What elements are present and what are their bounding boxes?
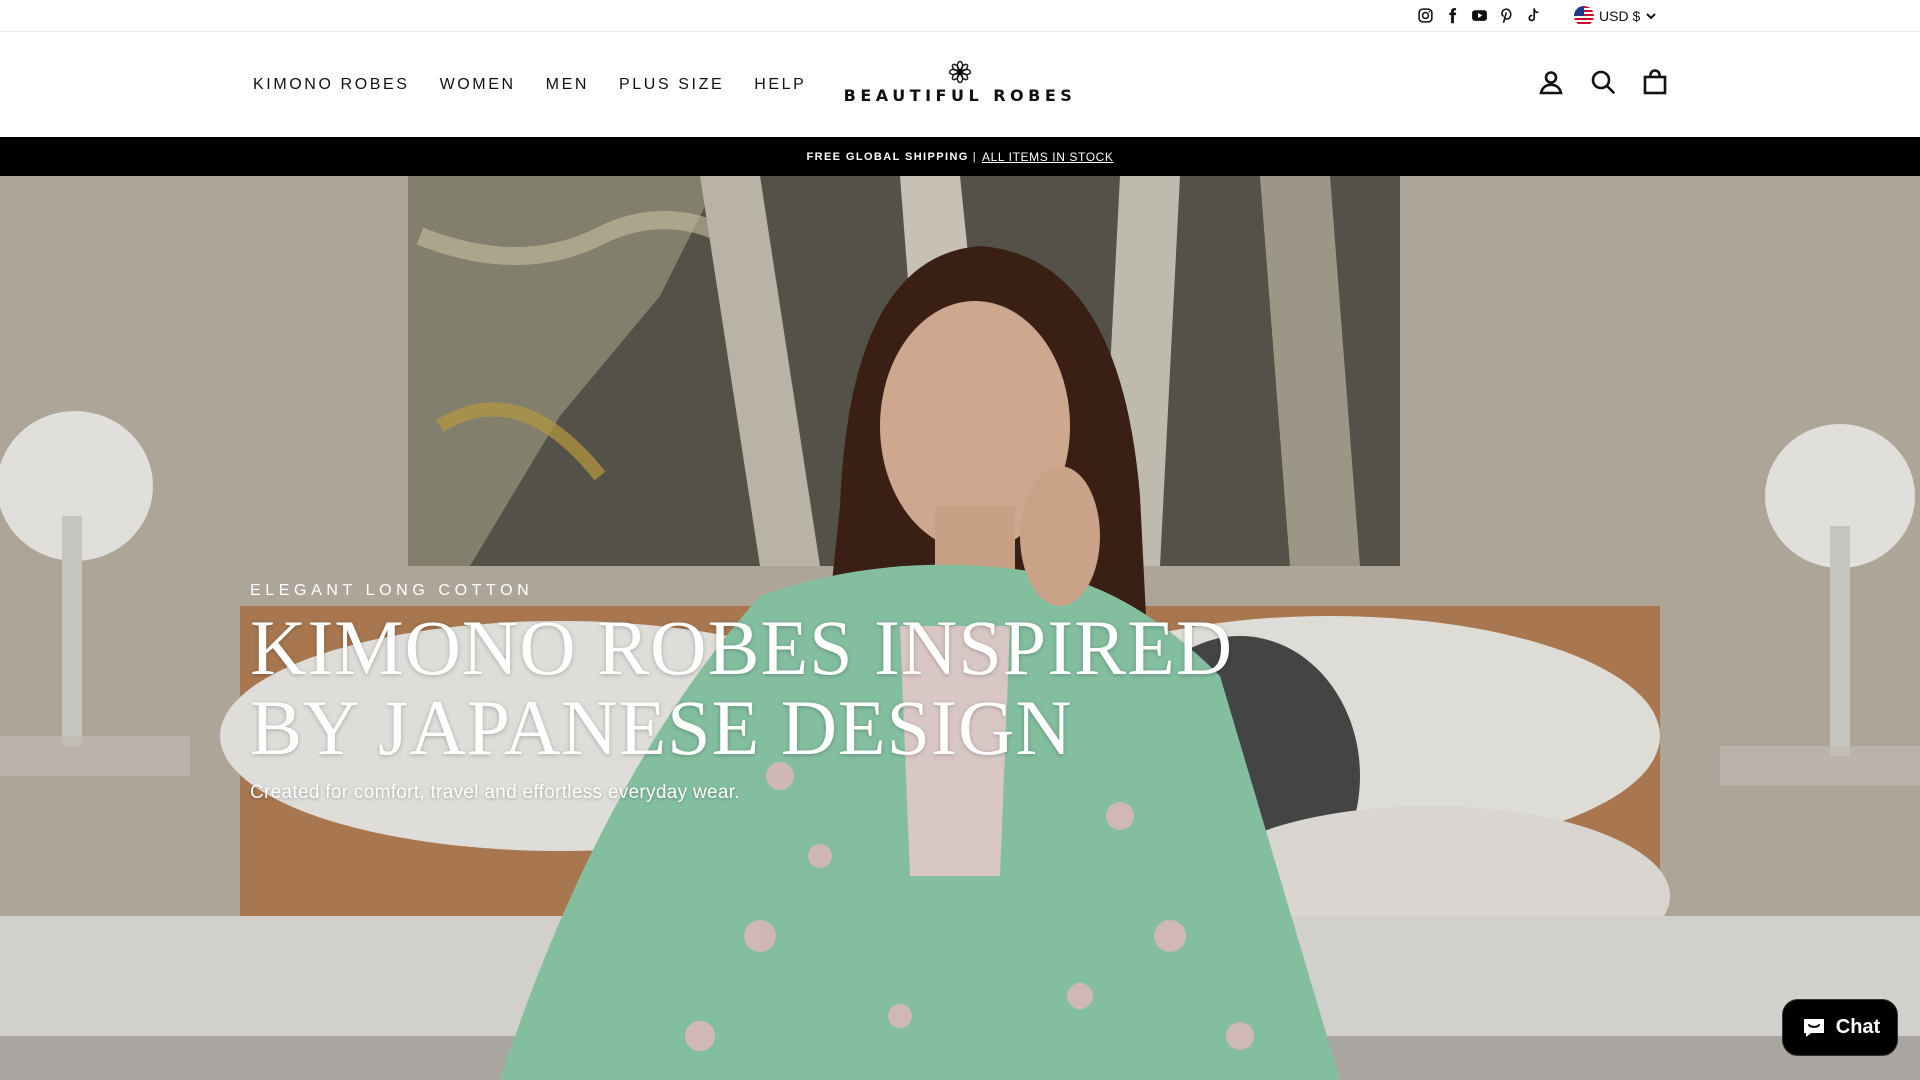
chat-button[interactable]: Chat [1782,999,1898,1056]
hero-subheading: Created for comfort, travel and effortle… [250,782,740,803]
social-links [1416,6,1542,24]
site-logo[interactable]: BEAUTIFUL ROBES [840,60,1080,105]
chat-label: Chat [1835,1016,1881,1038]
nav-help[interactable]: HELP [754,76,806,94]
search-icon[interactable] [1589,68,1616,95]
nav-kimono-robes[interactable]: KIMONO ROBES [253,76,410,94]
header-actions [1537,68,1668,95]
youtube-icon[interactable] [1470,6,1488,24]
nav-plus-size[interactable]: PLUS SIZE [619,76,724,94]
us-flag-icon [1574,6,1594,26]
hero-headline-line-2: BY JAPANESE DESIGN [250,684,1073,771]
currency-selector[interactable]: USD $ [1574,6,1657,26]
brand-name: BEAUTIFUL ROBES [843,86,1077,105]
pinterest-icon[interactable] [1497,6,1515,24]
tiktok-icon[interactable] [1524,6,1542,24]
announcement-text: FREE GLOBAL SHIPPING [806,150,969,163]
nav-men[interactable]: MEN [546,76,589,94]
site-header: KIMONO ROBES WOMEN MEN PLUS SIZE HELP BE… [0,32,1920,137]
hero-headline: KIMONO ROBES INSPIRED BY JAPANESE DESIGN [250,608,1233,768]
announcement-separator: | [972,150,978,163]
flower-logo-icon [948,60,972,84]
announcement-link[interactable]: ALL ITEMS IN STOCK [982,150,1114,164]
announcement-bar: FREE GLOBAL SHIPPING | ALL ITEMS IN STOC… [0,137,1920,176]
hero-content: ELEGANT LONG COTTON KIMONO ROBES INSPIRE… [250,582,1233,804]
chevron-down-icon [1646,13,1656,20]
chat-bubble-icon [1803,1018,1824,1037]
cart-icon[interactable] [1641,68,1668,95]
instagram-icon[interactable] [1416,6,1434,24]
nav-women[interactable]: WOMEN [440,76,516,94]
hero-banner[interactable]: ELEGANT LONG COTTON KIMONO ROBES INSPIRE… [0,176,1920,1080]
hero-eyebrow: ELEGANT LONG COTTON [250,582,534,599]
utility-bar: USD $ [0,0,1920,32]
account-icon[interactable] [1537,68,1564,95]
currency-label: USD $ [1599,8,1641,24]
facebook-icon[interactable] [1443,6,1461,24]
main-nav: KIMONO ROBES WOMEN MEN PLUS SIZE HELP [253,32,806,137]
hero-headline-line-1: KIMONO ROBES INSPIRED [250,604,1234,691]
